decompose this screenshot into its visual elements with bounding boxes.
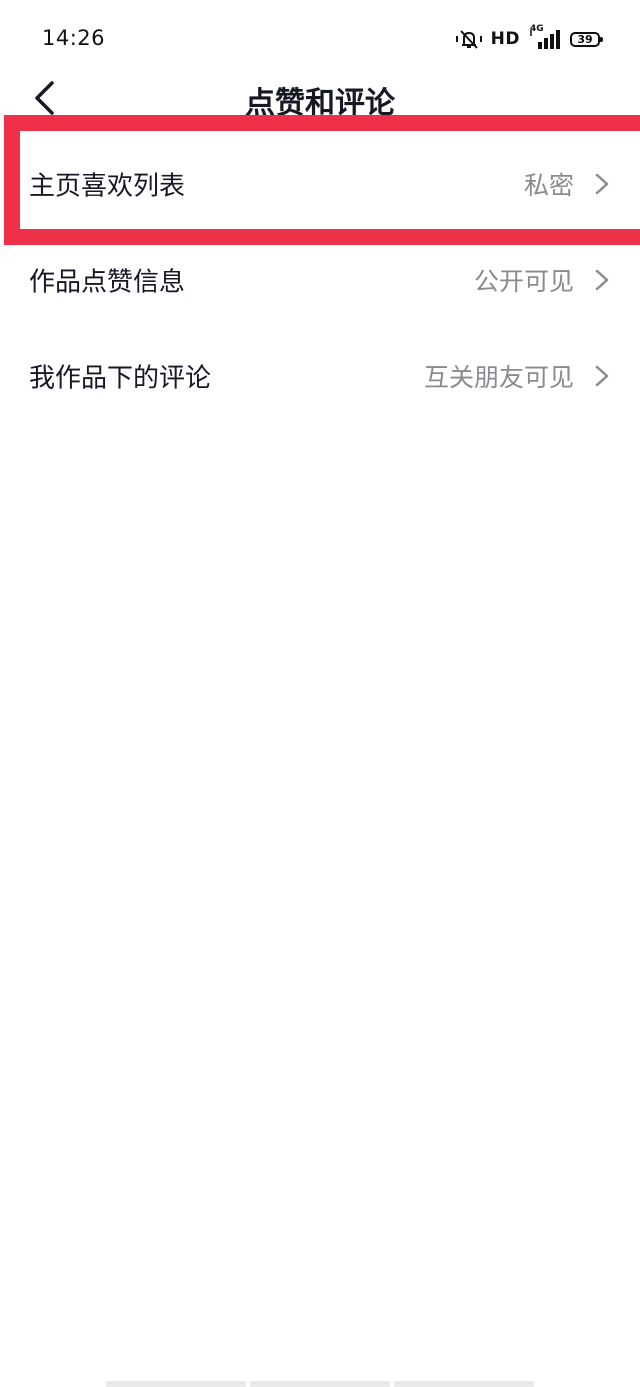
setting-label: 作品点赞信息 [29, 267, 186, 298]
vibrate-mute-icon [455, 28, 483, 50]
status-icons: HD 4G 39 [455, 24, 603, 51]
chevron-right-icon [595, 269, 609, 291]
nav-bar: 点赞和评论 [0, 70, 640, 126]
signal-type-label: 4G [530, 24, 544, 34]
setting-row-work-likes[interactable]: 作品点赞信息 公开可见 [0, 232, 640, 328]
chevron-right-icon [595, 173, 609, 195]
gesture-bar-segment [250, 1381, 390, 1387]
setting-value: 私密 [523, 171, 574, 200]
status-bar: 14:26 HD 4G 39 [0, 0, 640, 78]
setting-label: 我作品下的评论 [29, 363, 212, 394]
chevron-right-icon [595, 365, 609, 387]
gesture-bar [106, 1381, 534, 1387]
gesture-bar-segment [394, 1381, 534, 1387]
setting-value: 互关朋友可见 [423, 363, 574, 392]
page-title: 点赞和评论 [245, 86, 395, 121]
setting-value: 公开可见 [473, 267, 574, 296]
setting-row-work-comments[interactable]: 我作品下的评论 互关朋友可见 [0, 328, 640, 424]
setting-row-homepage-likes[interactable]: 主页喜欢列表 私密 [0, 136, 640, 232]
hd-indicator: HD [490, 29, 520, 49]
settings-list: 主页喜欢列表 私密 作品点赞信息 公开可见 我作品下的评论 互关朋友可见 [0, 136, 640, 424]
status-time: 14:26 [42, 26, 106, 50]
setting-label: 主页喜欢列表 [29, 171, 186, 202]
signal-icon: 4G [528, 24, 562, 50]
gesture-bar-segment [106, 1381, 246, 1387]
battery-icon: 39 [570, 31, 603, 47]
